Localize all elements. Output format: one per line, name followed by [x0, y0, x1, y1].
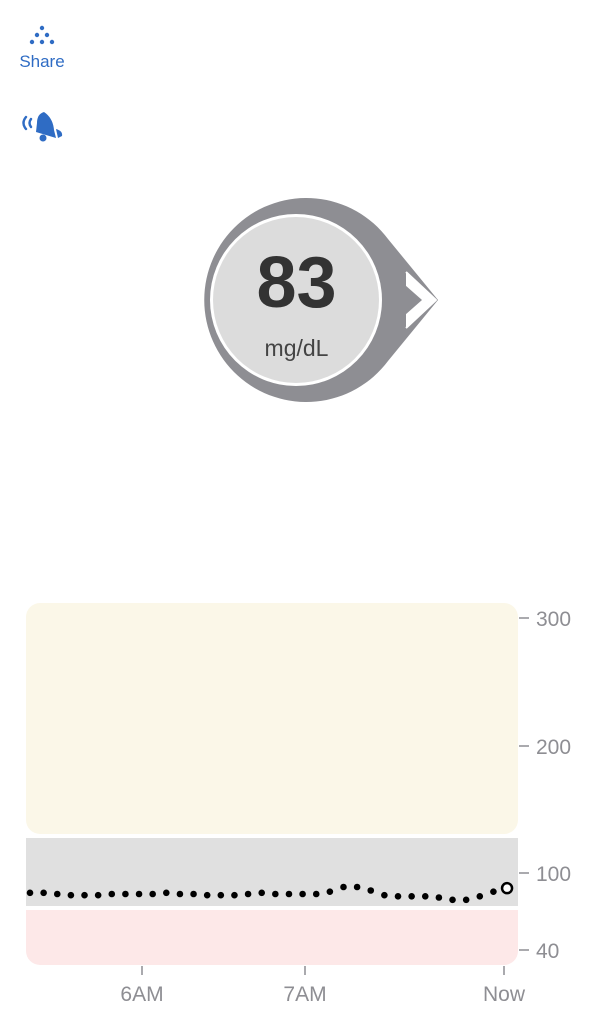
- data-point: [408, 893, 415, 900]
- low-zone-top: [26, 910, 518, 924]
- data-point: [40, 889, 47, 897]
- share-dots-icon: [29, 25, 55, 45]
- x-tick-label: 7AM: [283, 983, 326, 1006]
- glucose-chart-plot: 300 200 100 40 6AM 7AM Now: [26, 603, 571, 1006]
- data-point: [381, 891, 388, 899]
- data-point: [449, 896, 456, 904]
- share-label: Share: [19, 52, 65, 71]
- data-point: [244, 890, 252, 898]
- y-tick-label: 40: [536, 940, 559, 963]
- data-point: [258, 889, 266, 897]
- data-point: [231, 891, 238, 899]
- alerts-button[interactable]: [18, 108, 66, 148]
- data-point: [462, 896, 470, 904]
- data-point: [421, 893, 429, 900]
- data-point: [394, 893, 402, 900]
- data-point: [490, 888, 497, 895]
- data-point: [299, 890, 306, 898]
- data-point: [163, 889, 170, 897]
- data-point: [94, 891, 102, 899]
- current-reading-point: [500, 881, 514, 895]
- data-point: [108, 890, 116, 898]
- data-point: [326, 888, 334, 895]
- data-point: [190, 890, 197, 898]
- data-point: [476, 893, 484, 900]
- data-point: [53, 890, 61, 898]
- bell-alert-icon: [22, 112, 63, 142]
- data-point: [149, 890, 156, 898]
- data-point: [435, 894, 443, 901]
- data-point: [285, 890, 293, 898]
- data-point: [217, 891, 225, 899]
- data-point: [135, 890, 143, 898]
- x-tick-label: Now: [483, 983, 526, 1006]
- data-point: [367, 887, 375, 894]
- data-point: [340, 883, 347, 891]
- y-tick-label: 100: [536, 863, 571, 886]
- glucose-chart: 300 200 100 40 6AM 7AM Now: [0, 590, 593, 1023]
- data-point: [312, 890, 320, 898]
- y-tick-label: 200: [536, 736, 571, 759]
- data-point: [67, 891, 75, 899]
- data-point: [26, 889, 34, 897]
- data-point: [203, 891, 211, 899]
- glucose-value: 83: [256, 243, 337, 323]
- data-point: [176, 890, 184, 898]
- x-tick-label: 6AM: [120, 983, 163, 1006]
- data-point: [272, 890, 279, 898]
- data-point: [122, 890, 129, 898]
- data-point: [353, 883, 361, 891]
- glucose-unit: mg/dL: [264, 335, 329, 361]
- data-point: [81, 891, 88, 899]
- share-button[interactable]: Share: [14, 22, 70, 72]
- high-zone: [26, 603, 518, 834]
- y-tick-label: 300: [536, 608, 571, 631]
